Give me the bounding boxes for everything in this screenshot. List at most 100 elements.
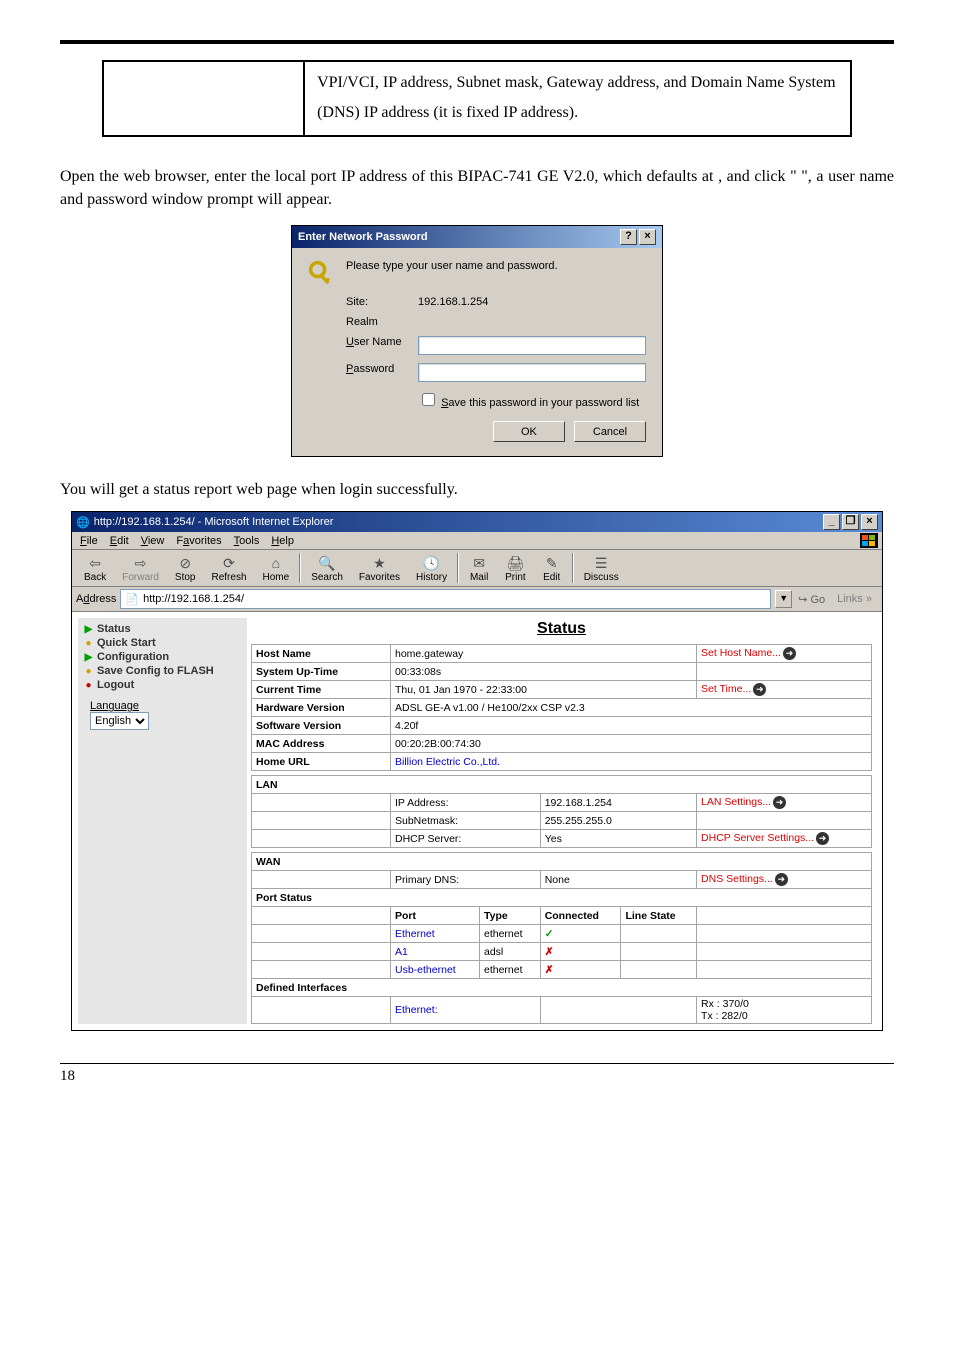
menu-tools[interactable]: Tools bbox=[230, 534, 268, 548]
row-sw-version: Software Version 4.20f bbox=[252, 717, 872, 735]
stop-icon: ⊘ bbox=[175, 554, 195, 572]
tb-edit[interactable]: ✎Edit bbox=[534, 554, 570, 583]
paragraph-1: Open the web browser, enter the local po… bbox=[60, 165, 894, 211]
tb-history[interactable]: 🕓History bbox=[408, 554, 455, 583]
arrow-icon: ➜ bbox=[775, 873, 788, 886]
dialog-close-icon[interactable]: × bbox=[639, 229, 656, 245]
x-icon: ✗ bbox=[545, 964, 554, 976]
password-input[interactable] bbox=[418, 363, 646, 382]
language-select[interactable]: English bbox=[90, 712, 149, 730]
sidebar-item-save-config[interactable]: ●Save Config to FLASH bbox=[80, 664, 245, 678]
row-home-url: Home URL Billion Electric Co.,Ltd. bbox=[252, 753, 872, 771]
print-icon: 🖨 bbox=[505, 554, 525, 572]
sidebar: ▶Status ●Quick Start ▶Configuration ●Sav… bbox=[78, 618, 247, 1024]
status-table: Host Name home.gateway Set Host Name...➜… bbox=[251, 644, 872, 1024]
cancel-button[interactable]: Cancel bbox=[574, 421, 646, 442]
row-lan-head: LAN bbox=[252, 776, 872, 794]
tb-refresh[interactable]: ⟳Refresh bbox=[204, 554, 255, 583]
row-uptime: System Up-Time 00:33:08s bbox=[252, 663, 872, 681]
row-subnet: SubNetmask: 255.255.255.0 bbox=[252, 812, 872, 830]
sidebar-item-quick-start[interactable]: ●Quick Start bbox=[80, 636, 245, 650]
close-icon[interactable]: × bbox=[861, 514, 878, 530]
network-password-dialog: Enter Network Password ? × Please type y… bbox=[291, 225, 663, 457]
menu-file[interactable]: FFileile bbox=[76, 534, 106, 548]
menu-edit[interactable]: Edit bbox=[106, 534, 137, 548]
dialog-prompt: Please type your user name and password. bbox=[346, 260, 646, 272]
dialog-title-text: Enter Network Password bbox=[298, 231, 618, 243]
sidebar-item-configuration[interactable]: ▶Configuration bbox=[80, 650, 245, 664]
row-port-a1: A1 adsl ✗ bbox=[252, 943, 872, 961]
address-dropdown-icon[interactable]: ▼ bbox=[775, 590, 792, 608]
row-hw-version: Hardware Version ADSL GE-A v1.00 / He100… bbox=[252, 699, 872, 717]
set-time-link: Set Time... bbox=[701, 683, 751, 695]
row-mac: MAC Address 00:20:2B:00:74:30 bbox=[252, 735, 872, 753]
lan-settings-link: LAN Settings... bbox=[701, 796, 771, 808]
info-table-left bbox=[103, 61, 304, 136]
address-input[interactable]: 📄 http://192.168.1.254/ bbox=[120, 589, 771, 609]
search-icon: 🔍 bbox=[317, 554, 337, 572]
tb-print[interactable]: 🖨Print bbox=[497, 554, 534, 583]
info-table: VPI/VCI, IP address, Subnet mask, Gatewa… bbox=[102, 60, 852, 137]
paragraph-2: You will get a status report web page wh… bbox=[60, 481, 894, 499]
dns-settings-link: DNS Settings... bbox=[701, 873, 773, 885]
username-label: User Name bbox=[346, 336, 418, 348]
arrow-icon: ➜ bbox=[773, 796, 786, 809]
tb-stop[interactable]: ⊘Stop bbox=[167, 554, 204, 583]
tb-back[interactable]: ⇦Back bbox=[76, 554, 114, 583]
windows-logo-icon bbox=[860, 533, 878, 548]
sidebar-item-logout[interactable]: ●Logout bbox=[80, 678, 245, 692]
page-number: 18 bbox=[60, 1063, 894, 1085]
links-label[interactable]: Links » bbox=[831, 593, 878, 605]
row-port-status-head: Port Status bbox=[252, 889, 872, 907]
site-value: 192.168.1.254 bbox=[418, 296, 488, 308]
dialog-titlebar: Enter Network Password ? × bbox=[292, 226, 662, 248]
tb-forward: ⇨Forward bbox=[114, 554, 167, 583]
ie-icon: 🌐 bbox=[76, 516, 90, 529]
restore-icon[interactable]: ❐ bbox=[842, 514, 859, 530]
menu-view[interactable]: View bbox=[137, 534, 173, 548]
sidebar-item-status[interactable]: ▶Status bbox=[80, 622, 245, 636]
home-icon: ⌂ bbox=[266, 554, 286, 572]
info-table-right: VPI/VCI, IP address, Subnet mask, Gatewa… bbox=[304, 61, 851, 136]
refresh-icon: ⟳ bbox=[219, 554, 239, 572]
tb-favorites[interactable]: ★Favorites bbox=[351, 554, 408, 583]
home-url-link[interactable]: Billion Electric Co.,Ltd. bbox=[391, 753, 872, 771]
row-defined-interfaces-head: Defined Interfaces bbox=[252, 979, 872, 997]
row-port-headers: Port Type Connected Line State bbox=[252, 907, 872, 925]
check-icon: ✓ bbox=[545, 928, 554, 940]
save-password-checkbox[interactable] bbox=[422, 393, 435, 406]
dhcp-settings-link: DHCP Server Settings... bbox=[701, 832, 814, 844]
address-label: Address bbox=[76, 593, 116, 605]
row-host-name: Host Name home.gateway Set Host Name...➜ bbox=[252, 645, 872, 663]
menu-help[interactable]: Help bbox=[267, 534, 302, 548]
row-current-time: Current Time Thu, 01 Jan 1970 - 22:33:00… bbox=[252, 681, 872, 699]
row-wan-head: WAN bbox=[252, 853, 872, 871]
row-primary-dns: Primary DNS: None DNS Settings...➜ bbox=[252, 871, 872, 889]
arrow-icon: ➜ bbox=[816, 832, 829, 845]
browser-toolbar: ⇦Back ⇨Forward ⊘Stop ⟳Refresh ⌂Home 🔍Sea… bbox=[72, 550, 882, 587]
history-icon: 🕓 bbox=[422, 554, 442, 572]
page-icon: 📄 bbox=[125, 593, 139, 606]
back-icon: ⇦ bbox=[85, 554, 105, 572]
tb-home[interactable]: ⌂Home bbox=[255, 554, 298, 583]
browser-menubar: FFileile Edit View Favorites Tools Help bbox=[72, 532, 882, 550]
dialog-help-icon[interactable]: ? bbox=[620, 229, 637, 245]
ok-button[interactable]: OK bbox=[493, 421, 565, 442]
browser-title-text: http://192.168.1.254/ - Microsoft Intern… bbox=[94, 516, 821, 528]
minimize-icon[interactable]: _ bbox=[823, 514, 840, 530]
language-label: Language bbox=[80, 700, 245, 712]
go-button[interactable]: ↪ Go bbox=[792, 593, 831, 606]
realm-label: Realm bbox=[346, 316, 418, 328]
tb-discuss[interactable]: ☰Discuss bbox=[576, 554, 627, 583]
tb-mail[interactable]: ✉Mail bbox=[461, 554, 497, 583]
key-icon bbox=[308, 260, 336, 288]
menu-favorites[interactable]: Favorites bbox=[172, 534, 229, 548]
status-heading: Status bbox=[251, 620, 872, 638]
arrow-icon: ➜ bbox=[753, 683, 766, 696]
username-input[interactable] bbox=[418, 336, 646, 355]
row-ip: IP Address: 192.168.1.254 LAN Settings..… bbox=[252, 794, 872, 812]
tb-search[interactable]: 🔍Search bbox=[303, 554, 351, 583]
save-password-label: Save this password in your password list bbox=[441, 397, 639, 409]
edit-icon: ✎ bbox=[542, 554, 562, 572]
discuss-icon: ☰ bbox=[591, 554, 611, 572]
